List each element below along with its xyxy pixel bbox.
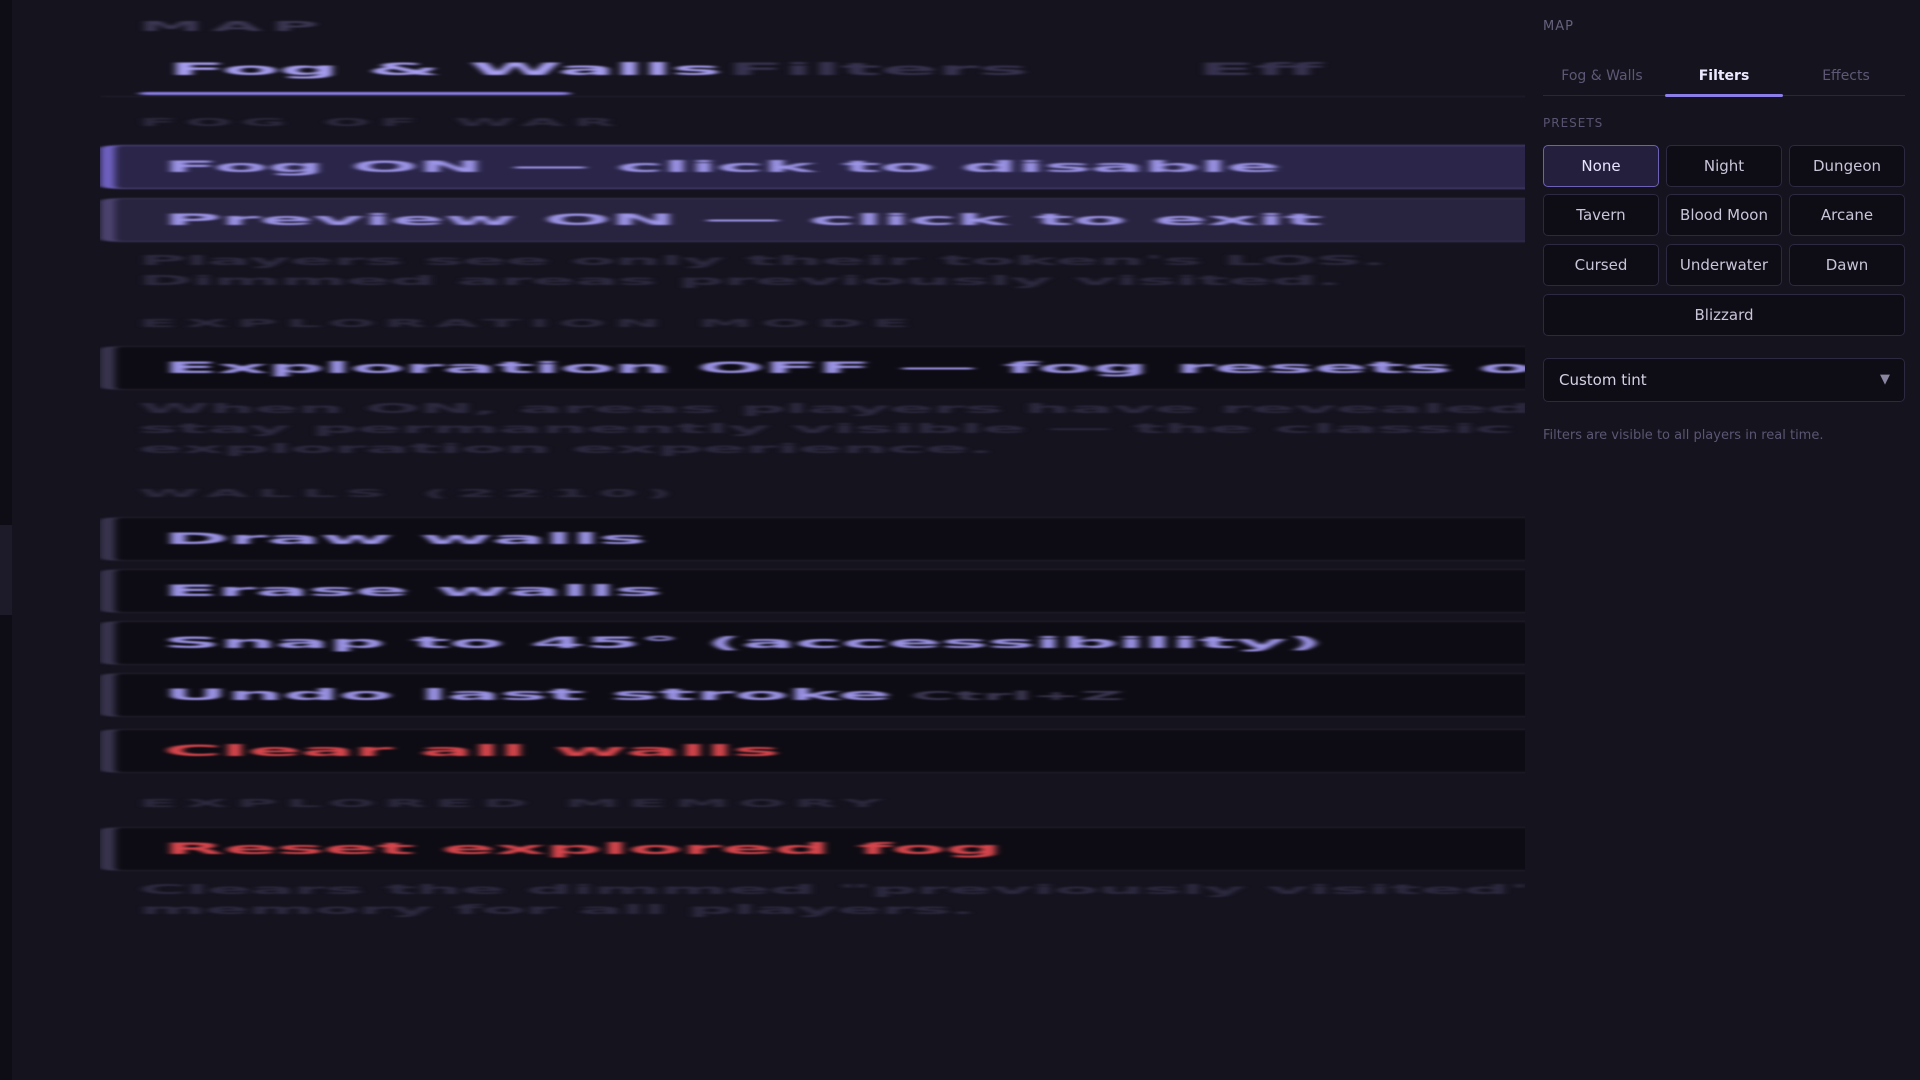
draw-walls-button[interactable]: Draw walls bbox=[100, 517, 1525, 561]
bg-active-tab-underline bbox=[139, 92, 571, 95]
fog-toggle-button[interactable]: Fog ON — click to disable bbox=[100, 145, 1525, 189]
presets-label: PRESETS bbox=[1543, 116, 1604, 130]
bg-tab-effects[interactable]: Eff bbox=[1198, 60, 1322, 80]
preview-toggle-button[interactable]: Preview ON — click to exit bbox=[100, 198, 1525, 242]
filters-visibility-note: Filters are visible to all players in re… bbox=[1543, 428, 1824, 443]
exploration-toggle-button[interactable]: Exploration OFF — fog resets on move bbox=[100, 346, 1525, 390]
snap-45-button[interactable]: Snap to 45° (accessibility) bbox=[100, 621, 1525, 665]
map-tool-screen: MAP Fog & Walls Filters Eff FOG OF WAR F… bbox=[0, 0, 1920, 1080]
reset-explored-fog-button[interactable]: Reset explored fog bbox=[100, 827, 1525, 871]
undo-shortcut-hint: Ctrl+Z bbox=[911, 689, 1124, 703]
preset-dawn-button[interactable]: Dawn bbox=[1789, 244, 1905, 286]
memory-note: Clears the dimmed "previously visited" m… bbox=[139, 883, 1525, 918]
bg-tabs-divider bbox=[100, 96, 1525, 97]
left-edge-handle[interactable] bbox=[0, 525, 12, 615]
active-tab-underline bbox=[1665, 94, 1783, 97]
preset-blizzard-button[interactable]: Blizzard bbox=[1543, 294, 1905, 336]
bg-section-fog-of-war: FOG OF WAR bbox=[139, 116, 625, 129]
preset-cursed-button[interactable]: Cursed bbox=[1543, 244, 1659, 286]
triangle-down-icon: ▼ bbox=[1880, 372, 1890, 387]
custom-tint-select[interactable]: Custom tint ▼ bbox=[1543, 358, 1905, 402]
undo-stroke-button[interactable]: Undo last stroke Ctrl+Z bbox=[100, 673, 1525, 717]
custom-tint-label: Custom tint bbox=[1559, 371, 1647, 389]
bg-section-explored-memory: EXPLORED MEMORY bbox=[139, 797, 892, 810]
preset-dungeon-button[interactable]: Dungeon bbox=[1789, 145, 1905, 187]
bg-tab-filters[interactable]: Filters bbox=[727, 60, 1028, 80]
undo-stroke-label: Undo last stroke bbox=[163, 685, 892, 704]
fog-note: Players see only their token's LOS. Dimm… bbox=[139, 254, 1387, 289]
tab-effects[interactable]: Effects bbox=[1787, 60, 1905, 96]
background-fog-walls-panel: MAP Fog & Walls Filters Eff FOG OF WAR F… bbox=[100, 0, 1525, 1080]
bg-panel-title: MAP bbox=[139, 20, 329, 35]
tab-filters[interactable]: Filters bbox=[1665, 60, 1783, 96]
preset-none-button[interactable]: None bbox=[1543, 145, 1659, 187]
bg-section-exploration: EXPLORATION MODE bbox=[139, 317, 919, 330]
exploration-note: When ON, areas players have revealed sta… bbox=[139, 402, 1525, 457]
panel-title: MAP bbox=[1543, 19, 1574, 34]
preset-blood-moon-button[interactable]: Blood Moon bbox=[1666, 194, 1782, 236]
clear-walls-button[interactable]: Clear all walls bbox=[100, 729, 1525, 773]
erase-walls-button[interactable]: Erase walls bbox=[100, 569, 1525, 613]
preset-underwater-button[interactable]: Underwater bbox=[1666, 244, 1782, 286]
preset-night-button[interactable]: Night bbox=[1666, 145, 1782, 187]
preset-tavern-button[interactable]: Tavern bbox=[1543, 194, 1659, 236]
preset-arcane-button[interactable]: Arcane bbox=[1789, 194, 1905, 236]
tab-fog-walls[interactable]: Fog & Walls bbox=[1543, 60, 1661, 96]
background-panel-content: MAP Fog & Walls Filters Eff FOG OF WAR F… bbox=[100, 0, 1525, 1080]
map-filters-panel: MAP Fog & Walls Filters Effects PRESETS … bbox=[1530, 0, 1920, 1080]
bg-section-walls: WALLS (2210) bbox=[139, 487, 682, 500]
panel-tabs: Fog & Walls Filters Effects bbox=[1543, 60, 1905, 97]
bg-tab-fog-walls[interactable]: Fog & Walls bbox=[169, 60, 722, 80]
